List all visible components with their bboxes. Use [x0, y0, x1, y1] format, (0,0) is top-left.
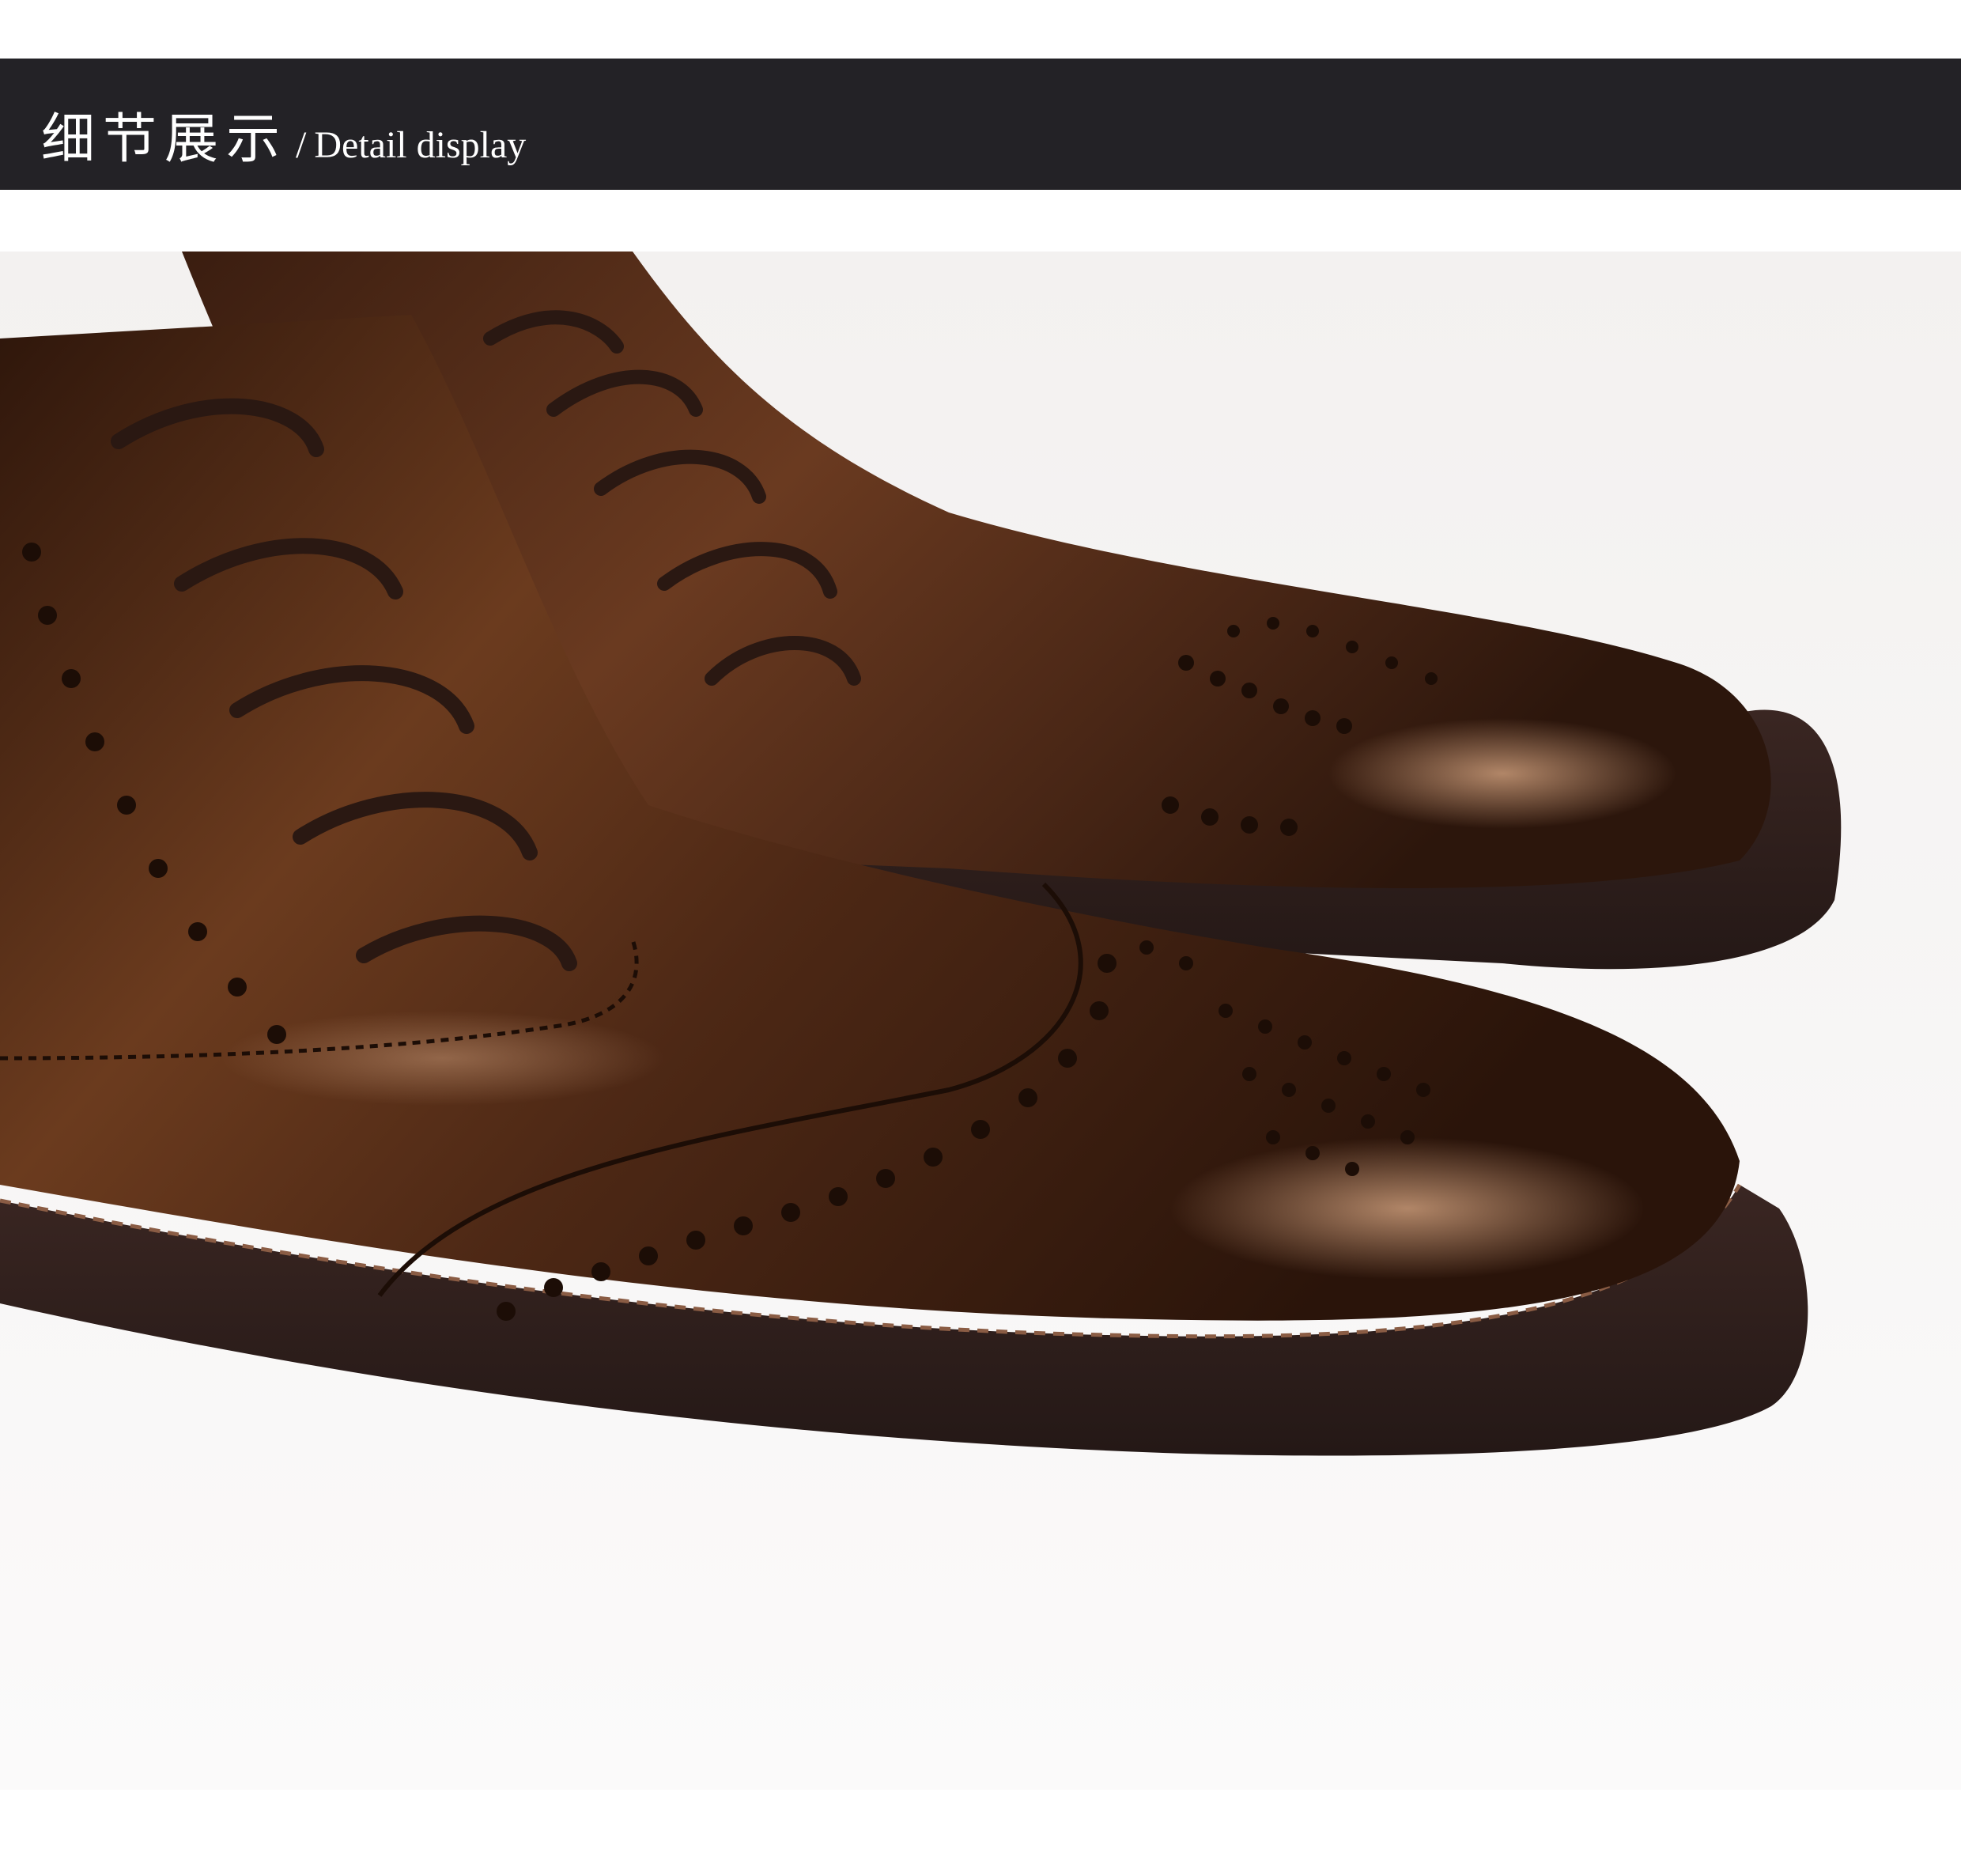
boots-illustration [0, 252, 1961, 1790]
front-boot-toe-shine [1170, 1137, 1645, 1280]
header-bar: 细节展示 / Detail display [0, 59, 1961, 190]
front-boot-vamp-shine [221, 1011, 664, 1106]
title-english: Detail display [314, 124, 527, 166]
product-detail-photo [0, 252, 1961, 1790]
title-separator: / [296, 124, 307, 166]
back-boot-shine [1328, 718, 1676, 829]
section-title: 细节展示 / Detail display [41, 95, 526, 173]
title-chinese: 细节展示 [41, 108, 289, 171]
